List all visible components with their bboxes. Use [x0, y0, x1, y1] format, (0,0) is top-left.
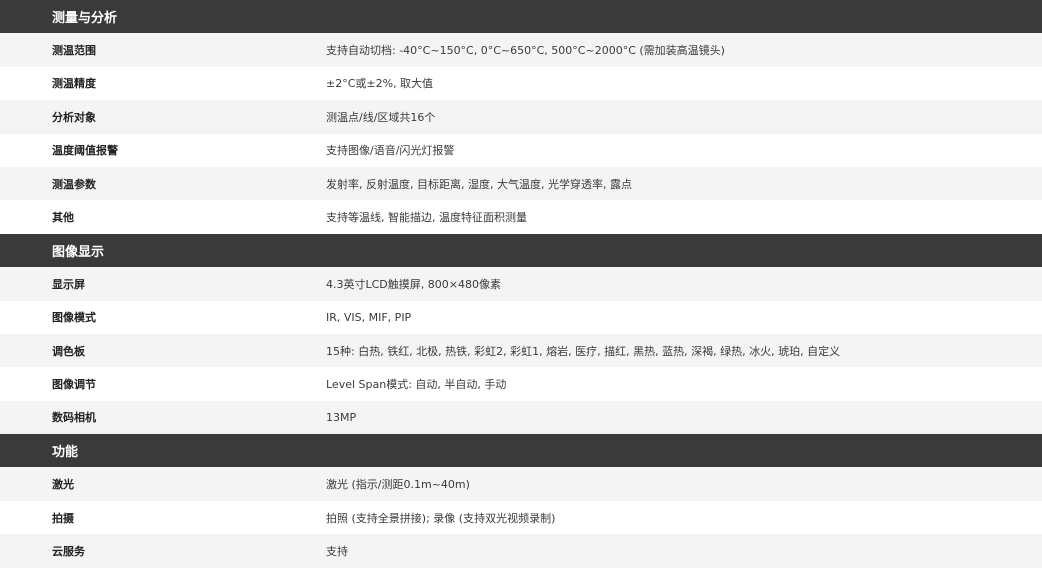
spec-label: 图像模式 [0, 300, 326, 334]
spec-value: 测温点/线/区域共16个 [326, 100, 1042, 134]
spec-label: 云服务 [0, 534, 326, 568]
spec-label: 数码相机 [0, 400, 326, 435]
spec-row: 测温范围 支持自动切档: -40°C~150°C, 0°C~650°C, 500… [0, 33, 1042, 67]
spec-label: 激光 [0, 467, 326, 501]
spec-row: 显示屏 4.3英寸LCD触摸屏, 800×480像素 [0, 267, 1042, 301]
section-header-functions: 功能 [0, 434, 1042, 468]
spec-label: 测温范围 [0, 33, 326, 67]
spec-value: 支持自动切档: -40°C~150°C, 0°C~650°C, 500°C~20… [326, 33, 1042, 67]
spec-label: 测温参数 [0, 166, 326, 201]
spec-value: 支持等温线, 智能描边, 温度特征面积测量 [326, 200, 1042, 234]
spec-row: 测温参数 发射率, 反射温度, 目标距离, 湿度, 大气温度, 光学穿透率, 露… [0, 166, 1042, 201]
spec-label: 其他 [0, 200, 326, 234]
spec-label: 图像调节 [0, 367, 326, 401]
section-title: 测量与分析 [0, 0, 1042, 34]
spec-label: 分析对象 [0, 100, 326, 134]
section-title: 图像显示 [0, 233, 1042, 268]
section-header-measurement: 测量与分析 [0, 0, 1042, 34]
spec-row: 激光 激光 (指示/测距0.1m~40m) [0, 467, 1042, 501]
section-title: 功能 [0, 434, 1042, 468]
spec-row: 调色板 15种: 白热, 铁红, 北极, 热铁, 彩虹2, 彩虹1, 熔岩, 医… [0, 333, 1042, 368]
spec-value: 15种: 白热, 铁红, 北极, 热铁, 彩虹2, 彩虹1, 熔岩, 医疗, 描… [326, 333, 1042, 368]
spec-row: 分析对象 测温点/线/区域共16个 [0, 100, 1042, 134]
spec-row: 测温精度 ±2°C或±2%, 取大值 [0, 66, 1042, 101]
spec-value: 支持 [326, 534, 1042, 568]
spec-label: 拍摄 [0, 500, 326, 535]
spec-value: 发射率, 反射温度, 目标距离, 湿度, 大气温度, 光学穿透率, 露点 [326, 166, 1042, 201]
spec-value: Level Span模式: 自动, 半自动, 手动 [326, 367, 1042, 401]
spec-value: 支持图像/语音/闪光灯报警 [326, 133, 1042, 167]
spec-label: 显示屏 [0, 267, 326, 301]
spec-label: 测温精度 [0, 66, 326, 101]
spec-row: 数码相机 13MP [0, 400, 1042, 435]
spec-value: 13MP [326, 400, 1042, 435]
spec-value: ±2°C或±2%, 取大值 [326, 66, 1042, 101]
spec-value: 4.3英寸LCD触摸屏, 800×480像素 [326, 267, 1042, 301]
spec-value: IR, VIS, MIF, PIP [326, 300, 1042, 334]
spec-row: 图像模式 IR, VIS, MIF, PIP [0, 300, 1042, 334]
spec-value: 激光 (指示/测距0.1m~40m) [326, 467, 1042, 501]
spec-value: 拍照 (支持全景拼接); 录像 (支持双光视频录制) [326, 500, 1042, 535]
spec-row: 云服务 支持 [0, 534, 1042, 568]
section-header-display: 图像显示 [0, 233, 1042, 268]
spec-row: 拍摄 拍照 (支持全景拼接); 录像 (支持双光视频录制) [0, 500, 1042, 535]
spec-row: 其他 支持等温线, 智能描边, 温度特征面积测量 [0, 200, 1042, 234]
spec-label: 调色板 [0, 333, 326, 368]
spec-table: 测量与分析 测温范围 支持自动切档: -40°C~150°C, 0°C~650°… [0, 0, 1042, 568]
spec-label: 温度阈值报警 [0, 133, 326, 167]
spec-row: 温度阈值报警 支持图像/语音/闪光灯报警 [0, 133, 1042, 167]
spec-row: 图像调节 Level Span模式: 自动, 半自动, 手动 [0, 367, 1042, 401]
